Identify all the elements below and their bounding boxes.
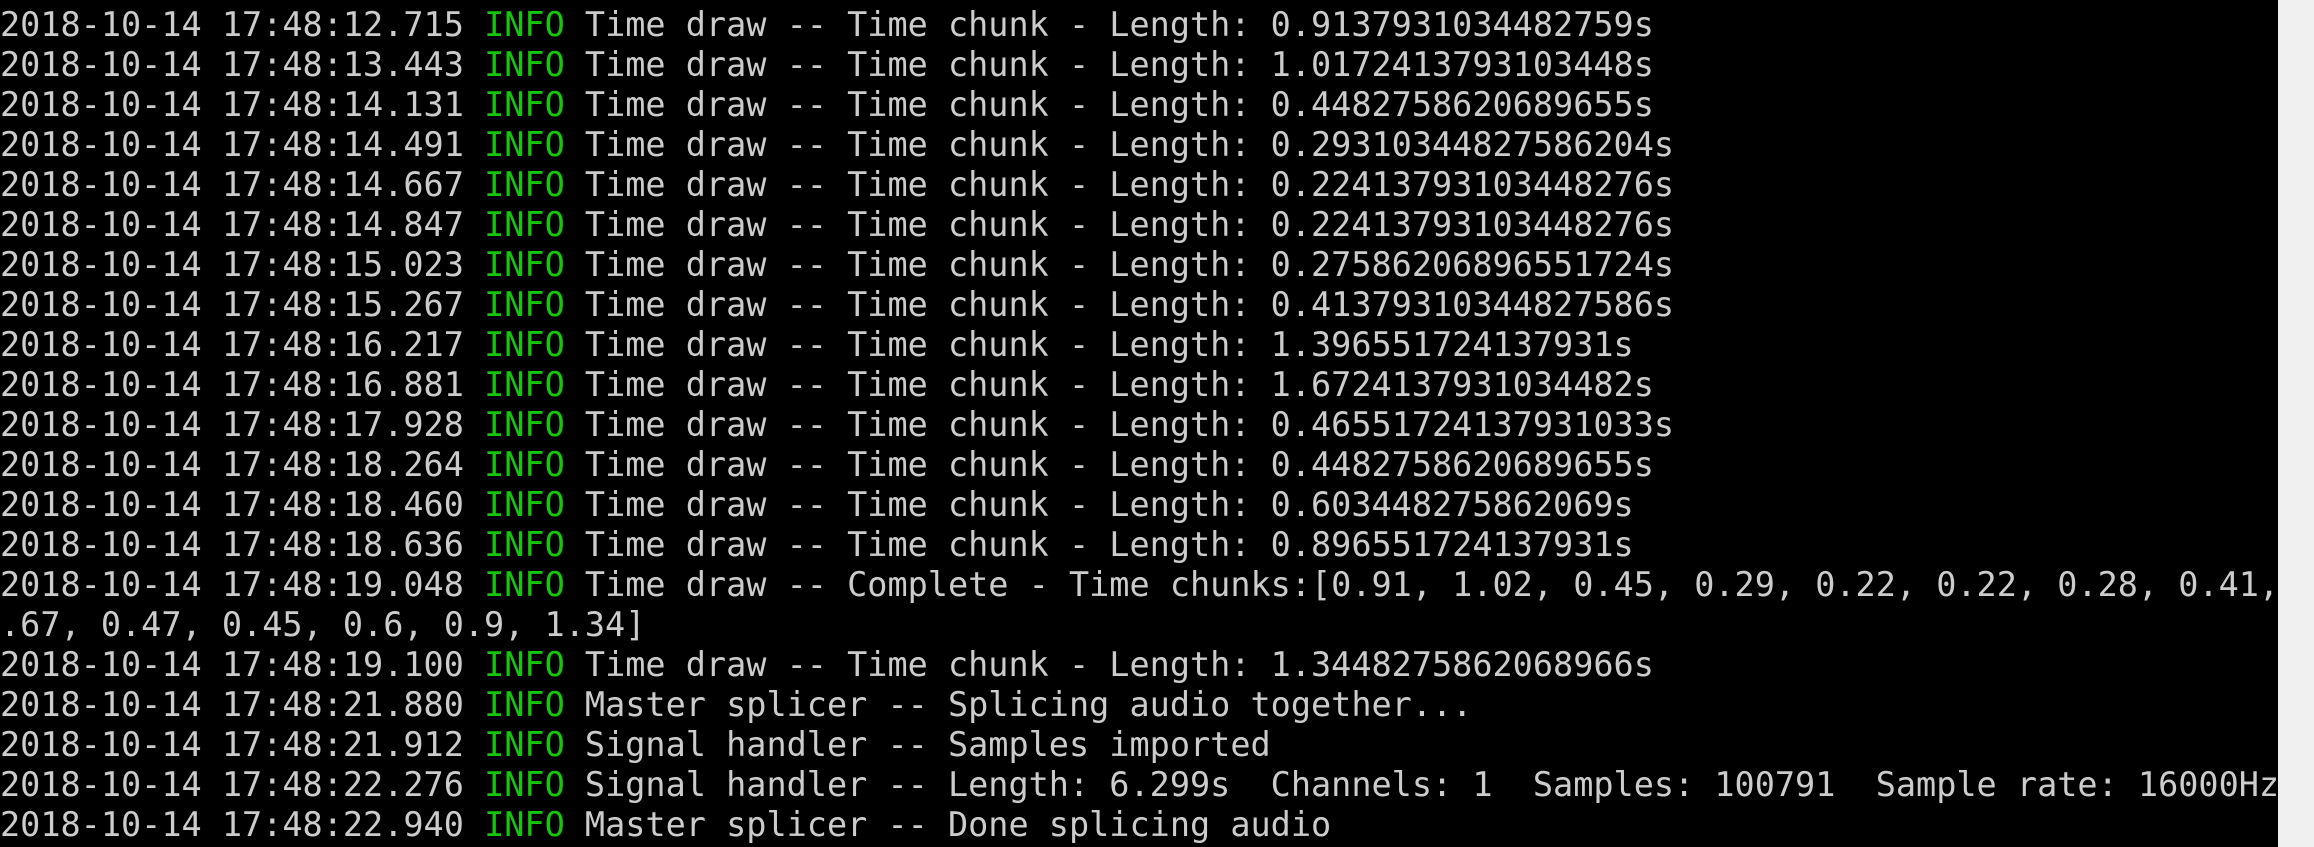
log-level: INFO [484, 245, 565, 284]
log-message: Time draw -- Time chunk - Length: 1.0172… [584, 45, 1654, 84]
log-message: Time draw -- Time chunk - Length: 0.2931… [584, 125, 1675, 164]
log-message: Master splicer -- Splicing audio togethe… [584, 685, 1473, 724]
log-timestamp: 2018-10-14 17:48:14.667 [0, 165, 464, 204]
log-message: Time draw -- Time chunk - Length: 0.8965… [584, 525, 1634, 564]
log-line: 2018-10-14 17:48:14.131 INFO Time draw -… [0, 85, 2278, 125]
console-output: 2018-10-14 17:48:12.715 INFO Time draw -… [0, 0, 2278, 847]
log-level: INFO [484, 645, 565, 684]
log-timestamp: 2018-10-14 17:48:19.100 [0, 645, 464, 684]
log-message: Master splicer -- Done splicing audio [584, 805, 1332, 844]
log-message: Time draw -- Time chunk - Length: 0.2758… [584, 245, 1675, 284]
log-timestamp: 2018-10-14 17:48:19.048 [0, 565, 464, 604]
log-level: INFO [484, 485, 565, 524]
log-message: Time draw -- Time chunk - Length: 0.4482… [584, 85, 1654, 124]
log-message: Time draw -- Time chunk - Length: 1.3965… [584, 325, 1634, 364]
log-level: INFO [484, 445, 565, 484]
log-message: Time draw -- Time chunk - Length: 0.2241… [584, 205, 1675, 244]
log-timestamp: 2018-10-14 17:48:21.880 [0, 685, 464, 724]
log-line: 2018-10-14 17:48:16.881 INFO Time draw -… [0, 365, 2278, 405]
log-line: 2018-10-14 17:48:12.715 INFO Time draw -… [0, 5, 2278, 45]
log-message: Signal handler -- Length: 6.299s Channel… [584, 765, 2278, 804]
log-level: INFO [484, 365, 565, 404]
log-line: 2018-10-14 17:48:19.100 INFO Time draw -… [0, 645, 2278, 685]
log-line: 2018-10-14 17:48:14.847 INFO Time draw -… [0, 205, 2278, 245]
log-message: Time draw -- Complete - Time chunks:[0.9… [584, 565, 2278, 604]
log-message: Signal handler -- Samples imported [584, 725, 1271, 764]
log-line: 2018-10-14 17:48:21.880 INFO Master spli… [0, 685, 2278, 725]
log-timestamp: 2018-10-14 17:48:14.491 [0, 125, 464, 164]
log-timestamp: 2018-10-14 17:48:18.264 [0, 445, 464, 484]
log-level: INFO [484, 5, 565, 44]
log-line: 2018-10-14 17:48:22.940 INFO Master spli… [0, 805, 2278, 845]
log-timestamp: 2018-10-14 17:48:22.940 [0, 805, 464, 844]
log-message: Time draw -- Time chunk - Length: 0.4137… [584, 285, 1675, 324]
log-line: 2018-10-14 17:48:21.912 INFO Signal hand… [0, 725, 2278, 765]
log-line: 2018-10-14 17:48:22.276 INFO Signal hand… [0, 765, 2278, 805]
log-message: Time draw -- Time chunk - Length: 1.3448… [584, 645, 1654, 684]
log-line: 2018-10-14 17:48:17.928 INFO Time draw -… [0, 405, 2278, 445]
log-timestamp: 2018-10-14 17:48:14.131 [0, 85, 464, 124]
log-level: INFO [484, 165, 565, 204]
log-level: INFO [484, 565, 565, 604]
log-timestamp: 2018-10-14 17:48:13.443 [0, 45, 464, 84]
log-message: Time draw -- Time chunk - Length: 0.6034… [584, 485, 1634, 524]
log-timestamp: 2018-10-14 17:48:18.636 [0, 525, 464, 564]
log-lines: 2018-10-14 17:48:12.715 INFO Time draw -… [0, 5, 2278, 845]
log-level: INFO [484, 525, 565, 564]
log-line: 2018-10-14 17:48:18.460 INFO Time draw -… [0, 485, 2278, 525]
log-timestamp: 2018-10-14 17:48:12.715 [0, 5, 464, 44]
log-message: .67, 0.47, 0.45, 0.6, 0.9, 1.34] [0, 605, 646, 644]
log-level: INFO [484, 685, 565, 724]
log-timestamp: 2018-10-14 17:48:15.023 [0, 245, 464, 284]
log-message: Time draw -- Time chunk - Length: 0.2241… [584, 165, 1675, 204]
log-message: Time draw -- Time chunk - Length: 1.6724… [584, 365, 1654, 404]
log-level: INFO [484, 85, 565, 124]
log-timestamp: 2018-10-14 17:48:18.460 [0, 485, 464, 524]
log-line: 2018-10-14 17:48:14.667 INFO Time draw -… [0, 165, 2278, 205]
log-line: 2018-10-14 17:48:15.023 INFO Time draw -… [0, 245, 2278, 285]
log-line: 2018-10-14 17:48:13.443 INFO Time draw -… [0, 45, 2278, 85]
log-timestamp: 2018-10-14 17:48:21.912 [0, 725, 464, 764]
log-level: INFO [484, 285, 565, 324]
log-message: Time draw -- Time chunk - Length: 0.4482… [584, 445, 1654, 484]
log-level: INFO [484, 325, 565, 364]
log-line: 2018-10-14 17:48:18.264 INFO Time draw -… [0, 445, 2278, 485]
log-level: INFO [484, 205, 565, 244]
log-level: INFO [484, 805, 565, 844]
log-level: INFO [484, 725, 565, 764]
log-timestamp: 2018-10-14 17:48:17.928 [0, 405, 464, 444]
log-level: INFO [484, 405, 565, 444]
log-line-wrapped: .67, 0.47, 0.45, 0.6, 0.9, 1.34] [0, 605, 2278, 645]
log-timestamp: 2018-10-14 17:48:14.847 [0, 205, 464, 244]
log-level: INFO [484, 45, 565, 84]
log-level: INFO [484, 125, 565, 164]
log-timestamp: 2018-10-14 17:48:15.267 [0, 285, 464, 324]
log-line: 2018-10-14 17:48:16.217 INFO Time draw -… [0, 325, 2278, 365]
log-line: 2018-10-14 17:48:19.048 INFO Time draw -… [0, 565, 2278, 605]
log-line: 2018-10-14 17:48:15.267 INFO Time draw -… [0, 285, 2278, 325]
log-message: Time draw -- Time chunk - Length: 0.4655… [584, 405, 1675, 444]
log-line: 2018-10-14 17:48:18.636 INFO Time draw -… [0, 525, 2278, 565]
scrollbar[interactable] [2278, 0, 2314, 847]
log-timestamp: 2018-10-14 17:48:16.881 [0, 365, 464, 404]
log-timestamp: 2018-10-14 17:48:16.217 [0, 325, 464, 364]
log-timestamp: 2018-10-14 17:48:22.276 [0, 765, 464, 804]
log-message: Time draw -- Time chunk - Length: 0.9137… [584, 5, 1654, 44]
log-level: INFO [484, 765, 565, 804]
log-line: 2018-10-14 17:48:14.491 INFO Time draw -… [0, 125, 2278, 165]
